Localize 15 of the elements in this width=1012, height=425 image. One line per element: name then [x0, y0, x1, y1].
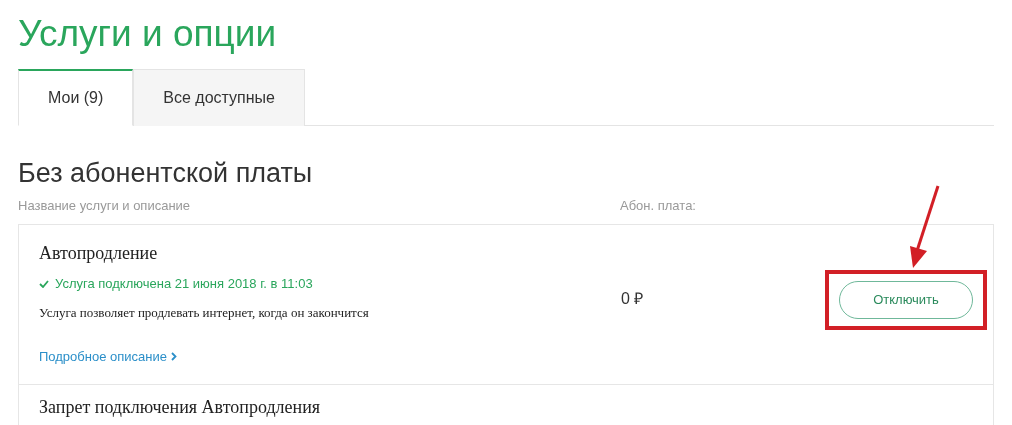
tab[interactable]: Мои (9) — [18, 69, 134, 126]
disable-button[interactable]: Отключить — [839, 280, 973, 319]
service-name: Запрет подключения Автопродления — [39, 397, 322, 418]
tab[interactable]: Все доступные — [133, 69, 305, 126]
column-header: Абон. плата: — [620, 198, 697, 215]
details-link[interactable]: Подробное описание — [39, 349, 177, 364]
chevron-right-icon — [170, 352, 177, 361]
page-title: Услуги и опции — [18, 12, 278, 56]
column-header: Название услуги и описание — [18, 198, 192, 215]
service-name: Автопродление — [39, 243, 159, 264]
check-icon — [39, 279, 49, 288]
service-description: Услуга позволяет продлевать интернет, когда он закончится — [39, 305, 370, 321]
service-price: 0 ₽ — [621, 288, 645, 309]
section-title: Без абонентской платы — [18, 157, 314, 190]
service-status: Услуга подключена 21 июня 2018 г. в 11:03 — [55, 276, 313, 291]
